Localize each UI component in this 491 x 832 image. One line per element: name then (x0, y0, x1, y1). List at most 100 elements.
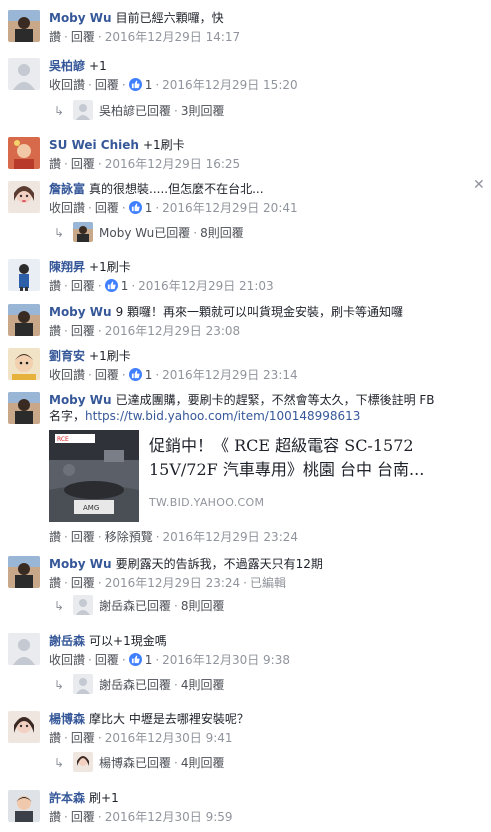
separator: · (64, 324, 68, 338)
like-button[interactable]: 讚 (49, 810, 61, 824)
avatar[interactable] (8, 633, 40, 665)
avatar[interactable] (8, 58, 40, 90)
avatar[interactable] (8, 790, 40, 822)
separator: · (88, 201, 92, 215)
separator: · (155, 201, 160, 215)
preview-plate-text: AMG (83, 504, 99, 512)
reply-count[interactable]: 4則回覆 (181, 756, 225, 770)
reply-summary-text[interactable]: 謝岳森已回覆 (99, 599, 171, 613)
reply-button[interactable]: 回覆 (95, 368, 119, 382)
separator: · (97, 731, 102, 745)
comment-timestamp[interactable]: 2016年12月29日 23:08 (105, 324, 240, 338)
avatar[interactable] (8, 181, 40, 213)
reply-count[interactable]: 8則回覆 (200, 226, 244, 240)
unlike-button[interactable]: 收回讚 (49, 78, 85, 92)
comment-author[interactable]: 吳柏諺 (49, 59, 85, 73)
remove-preview-button[interactable]: 移除預覽 (105, 530, 153, 544)
preview-logo-text: RCE (57, 436, 69, 443)
comment-timestamp[interactable]: 2016年12月30日 9:59 (105, 810, 233, 824)
comment-timestamp[interactable]: 2016年12月29日 21:03 (138, 279, 273, 293)
like-button[interactable]: 讚 (49, 731, 61, 745)
reply-button[interactable]: 回覆 (71, 30, 95, 44)
comment-author[interactable]: 劉育安 (49, 349, 85, 363)
reply-summary[interactable]: ↳ 謝岳森已回覆 · 4則回覆 (54, 674, 224, 696)
comment-author[interactable]: Moby Wu (49, 557, 112, 571)
reply-button[interactable]: 回覆 (71, 157, 95, 171)
separator: · (121, 78, 126, 92)
comment-author[interactable]: SU Wei Chieh (49, 138, 139, 152)
edited-label[interactable]: 已編輯 (250, 576, 286, 590)
separator: · (174, 104, 178, 118)
comment-author[interactable]: 詹詠富 (49, 182, 85, 196)
link-preview[interactable]: RCE AMG 促銷中！《 RCE 超級電容 SC-1572 15V/72F 汽… (49, 430, 449, 522)
avatar[interactable] (8, 304, 40, 336)
reply-button[interactable]: 回覆 (71, 279, 95, 293)
reply-summary[interactable]: ↳ 吳柏諺已回覆 · 3則回覆 (54, 100, 224, 122)
unlike-button[interactable]: 收回讚 (49, 653, 85, 667)
avatar[interactable] (8, 711, 40, 743)
avatar[interactable] (8, 392, 40, 424)
comment-author[interactable]: 許本森 (49, 791, 85, 805)
comment-timestamp[interactable]: 2016年12月29日 23:14 (162, 368, 297, 382)
comment-author[interactable]: Moby Wu (49, 11, 112, 25)
reply-summary-text[interactable]: Moby Wu已回覆 (99, 226, 190, 240)
thumbs-up-icon (128, 78, 142, 91)
comment-timestamp[interactable]: 2016年12月29日 20:41 (162, 201, 297, 215)
comment-author[interactable]: 楊博森 (49, 712, 85, 726)
comment-author[interactable]: Moby Wu (49, 393, 112, 407)
reply-summary-text[interactable]: 楊博森已回覆 (99, 756, 171, 770)
like-button[interactable]: 讚 (49, 279, 61, 293)
reply-button[interactable]: 回覆 (95, 78, 119, 92)
separator: · (64, 30, 68, 44)
reply-summary-text[interactable]: 謝岳森已回覆 (99, 678, 171, 692)
comment-timestamp[interactable]: 2016年12月29日 15:20 (162, 78, 297, 92)
avatar[interactable] (8, 10, 40, 42)
unlike-button[interactable]: 收回讚 (49, 201, 85, 215)
unlike-button[interactable]: 收回讚 (49, 368, 85, 382)
reply-summary[interactable]: ↳ 楊博森已回覆 · 4則回覆 (54, 752, 224, 774)
reply-button[interactable]: 回覆 (71, 324, 95, 338)
reply-arrow-icon: ↳ (54, 678, 65, 692)
reply-button[interactable]: 回覆 (95, 201, 119, 215)
comment-timestamp[interactable]: 2016年12月29日 14:17 (105, 30, 240, 44)
comment-author[interactable]: Moby Wu (49, 305, 112, 319)
link-preview-image[interactable]: RCE AMG (49, 430, 139, 522)
comment-author[interactable]: 謝岳森 (49, 634, 85, 648)
separator: · (131, 279, 136, 293)
comment-timestamp[interactable]: 2016年12月29日 23:24 (105, 576, 240, 590)
like-button[interactable]: 讚 (49, 576, 61, 590)
like-button[interactable]: 讚 (49, 30, 61, 44)
comment-timestamp[interactable]: 2016年12月29日 16:25 (105, 157, 240, 171)
separator: · (155, 530, 160, 544)
like-button[interactable]: 讚 (49, 324, 61, 338)
link-preview-title[interactable]: 促銷中！《 RCE 超級電容 SC-1572 15V/72F 汽車專用》桃園 台… (149, 434, 439, 482)
comment-timestamp[interactable]: 2016年12月29日 23:24 (163, 530, 298, 544)
reply-button[interactable]: 回覆 (71, 576, 95, 590)
close-icon[interactable]: ✕ (473, 178, 485, 192)
reply-button[interactable]: 回覆 (71, 530, 95, 544)
separator: · (174, 756, 178, 770)
reply-count[interactable]: 4則回覆 (181, 678, 225, 692)
thumbs-up-icon (128, 653, 142, 666)
reply-count[interactable]: 8則回覆 (181, 599, 225, 613)
comment-author[interactable]: 陳翔昇 (49, 260, 85, 274)
comment-timestamp[interactable]: 2016年12月30日 9:41 (105, 731, 233, 745)
reply-summary[interactable]: ↳ Moby Wu已回覆 · 8則回覆 (54, 222, 244, 244)
comment-text: 可以+1現金嗎 (89, 634, 167, 648)
reply-summary[interactable]: ↳ 謝岳森已回覆 · 8則回覆 (54, 595, 224, 617)
avatar[interactable] (8, 348, 40, 380)
avatar[interactable] (8, 556, 40, 588)
reply-button[interactable]: 回覆 (95, 653, 119, 667)
avatar[interactable] (8, 259, 40, 291)
reply-button[interactable]: 回覆 (71, 810, 95, 824)
comment-link[interactable]: https://tw.bid.yahoo.com/item/1001489986… (85, 409, 360, 423)
separator: · (155, 653, 160, 667)
reply-summary-text[interactable]: 吳柏諺已回覆 (99, 104, 171, 118)
avatar[interactable] (8, 137, 40, 169)
comment-timestamp[interactable]: 2016年12月30日 9:38 (162, 653, 290, 667)
reply-button[interactable]: 回覆 (71, 731, 95, 745)
reply-count[interactable]: 3則回覆 (181, 104, 225, 118)
like-button[interactable]: 讚 (49, 530, 61, 544)
like-button[interactable]: 讚 (49, 157, 61, 171)
reply-arrow-icon: ↳ (54, 226, 65, 240)
